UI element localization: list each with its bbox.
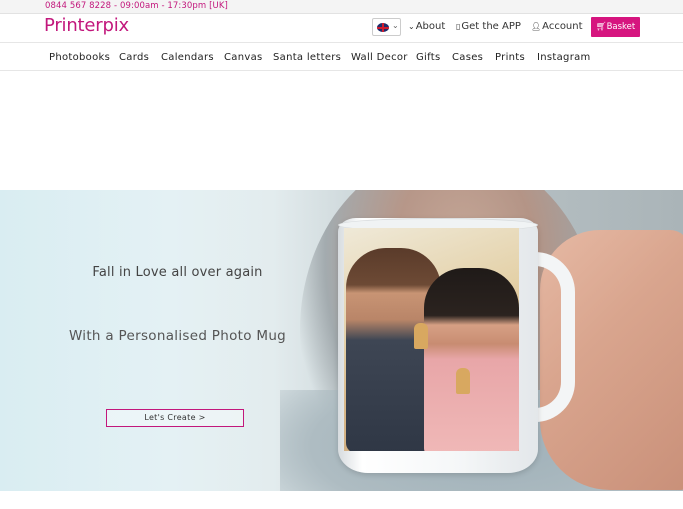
cart-icon: 🛒︎ (595, 22, 607, 32)
basket-label: Basket (606, 22, 636, 32)
mug-couple-photo (344, 228, 519, 451)
nav-item-canvas[interactable]: Canvas (224, 52, 263, 63)
user-icon: 👤︎ (531, 22, 542, 31)
ice-cream-cone (456, 368, 470, 394)
nav-item-photobooks[interactable]: Photobooks (49, 52, 110, 63)
about-label: About (415, 21, 446, 32)
account-label: Account (542, 21, 583, 32)
nav-item-instagram[interactable]: Instagram (537, 52, 591, 63)
phone-icon: ▯ (456, 22, 461, 31)
nav-item-santa-letters[interactable]: Santa letters (273, 52, 341, 63)
get-app-label: Get the APP (461, 21, 521, 32)
nav-item-prints[interactable]: Prints (495, 52, 525, 63)
nav-item-wall-decor[interactable]: Wall Decor (351, 52, 408, 63)
top-info-bar: 0844 567 8228 - 09:00am - 17:30pm [UK] (0, 0, 683, 14)
lets-create-button[interactable]: Let's Create > (106, 409, 244, 427)
language-selector[interactable]: ⌄ (372, 18, 401, 36)
nav-item-cards[interactable]: Cards (119, 52, 149, 63)
photo-mug-image (338, 218, 538, 473)
nav-item-calendars[interactable]: Calendars (161, 52, 214, 63)
photo-woman (424, 268, 519, 451)
uk-flag-icon (377, 23, 389, 32)
nav-item-cases[interactable]: Cases (452, 52, 483, 63)
chevron-down-icon: ⌄ (392, 21, 399, 30)
about-link[interactable]: ⌄About (408, 21, 445, 32)
printerpix-logo[interactable]: Printerpix (44, 15, 129, 36)
get-app-link[interactable]: ▯Get the APP (456, 21, 521, 32)
chevron-down-icon: ⌄ (408, 22, 415, 31)
ice-cream-cone (414, 323, 428, 349)
phone-hours: 0844 567 8228 - 09:00am - 17:30pm [UK] (45, 1, 228, 11)
logo-text: Printerpix (44, 15, 129, 36)
account-link[interactable]: 👤︎Account (531, 21, 583, 32)
page-content-below (0, 491, 683, 509)
main-nav: Photobooks Cards Calendars Canvas Santa … (0, 44, 683, 71)
header: Printerpix ⌄ ⌄About ▯Get the APP 👤︎Accou… (0, 14, 683, 43)
nav-item-gifts[interactable]: Gifts (416, 52, 441, 63)
basket-button[interactable]: 🛒︎Basket (591, 17, 640, 37)
